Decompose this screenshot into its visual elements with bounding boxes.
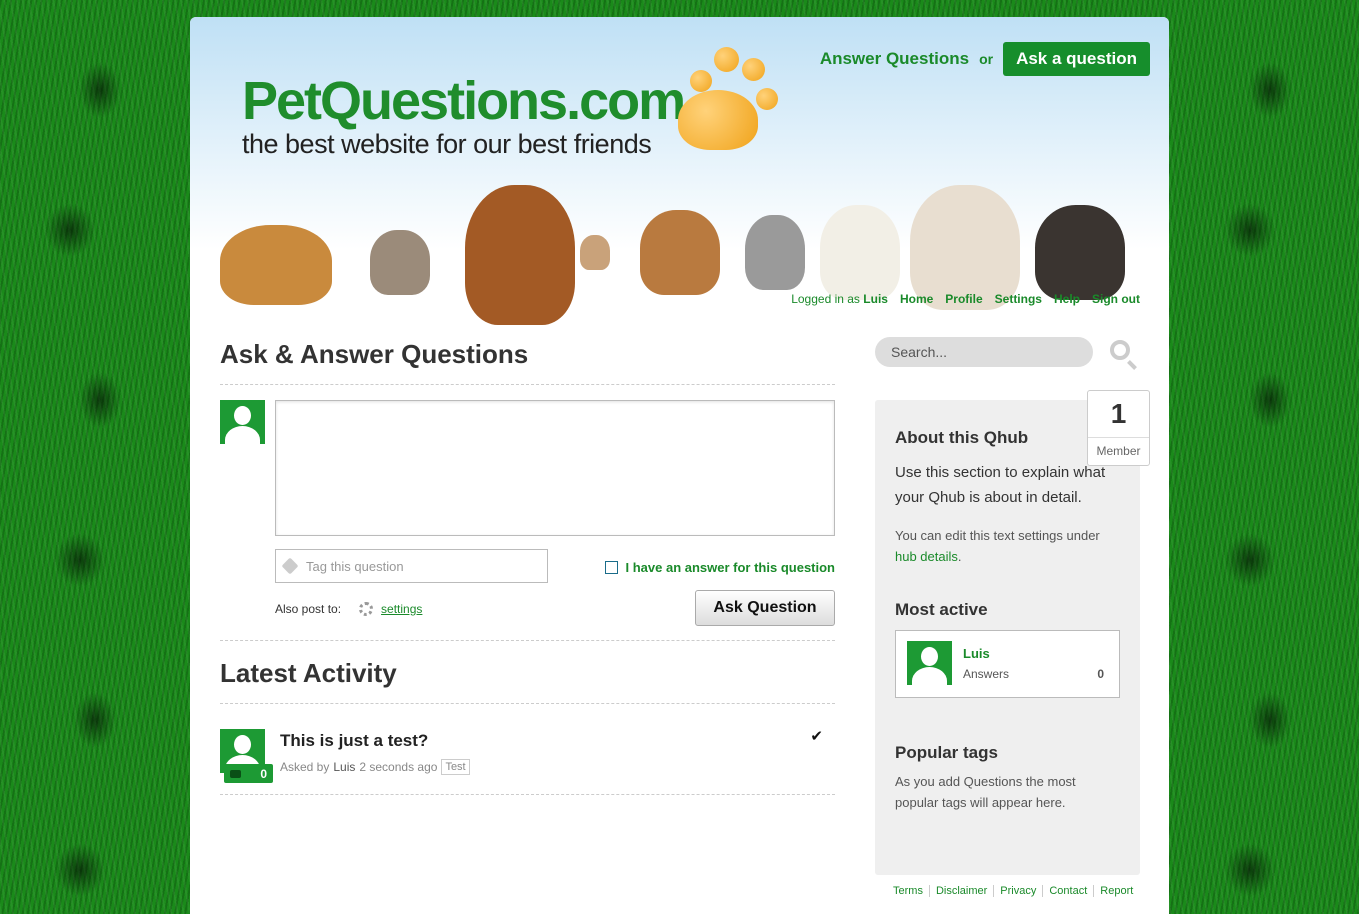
hub-details-link[interactable]: hub details (895, 549, 958, 564)
member-count: 1 (1110, 398, 1127, 429)
page-container: PetQuestions.com the best website for ou… (190, 17, 1169, 914)
ask-question-form: Tag this question I have an answer for t… (220, 400, 835, 640)
or-text: or (979, 51, 994, 67)
most-active-title: Most active (895, 600, 988, 619)
logo-tagline: the best website for our best friends (242, 129, 652, 159)
checkbox-icon[interactable] (604, 561, 618, 574)
logged-in-username[interactable]: Luis (863, 292, 888, 306)
ask-question-button[interactable]: Ask Question (695, 590, 835, 626)
latest-activity-title: Latest Activity (220, 658, 397, 688)
nav-help-link[interactable]: Help (1054, 292, 1080, 306)
nav-settings-link[interactable]: Settings (995, 292, 1042, 306)
also-post-row: Also post to: settings (275, 602, 422, 616)
footer-terms-link[interactable]: Terms (887, 885, 929, 897)
top-actions: Answer Questions or Ask a question (820, 42, 1150, 76)
footer-report-link[interactable]: Report (1093, 885, 1139, 897)
question-title-link[interactable]: This is just a test? (280, 731, 428, 751)
question-tag[interactable]: Test (441, 759, 470, 775)
tag-icon (281, 557, 299, 575)
question-textarea[interactable] (275, 400, 835, 536)
popular-tags-text: As you add Questions the most popular ta… (895, 774, 1076, 810)
footer-contact-link[interactable]: Contact (1042, 885, 1093, 897)
site-header: PetQuestions.com the best website for ou… (190, 17, 1169, 327)
list-item: 0 This is just a test? Asked by Luis 2 s… (220, 704, 835, 794)
answers-count: 0 (1097, 667, 1104, 681)
site-logo[interactable]: PetQuestions.com the best website for ou… (242, 71, 686, 159)
nav-profile-link[interactable]: Profile (945, 292, 982, 306)
divider (220, 384, 835, 385)
search-icon[interactable] (1110, 340, 1130, 360)
divider (220, 794, 835, 795)
tag-question-input[interactable]: Tag this question (275, 549, 548, 583)
have-answer-label: I have an answer for this question (625, 560, 836, 575)
question-meta: Asked by Luis 2 seconds ago Test (280, 759, 470, 775)
answers-label: Answers (963, 667, 1010, 681)
edit-hint: You can edit this text settings under hu… (895, 528, 1100, 564)
answer-count-badge: 0 (224, 764, 273, 783)
logged-in-status: Logged in as Luis (791, 292, 888, 306)
question-time: 2 seconds ago (359, 760, 438, 774)
most-active-card: Luis Answers 0 (895, 630, 1120, 698)
comment-icon (230, 769, 241, 778)
answer-questions-link[interactable]: Answer Questions (820, 49, 969, 69)
main-content: Ask & Answer Questions Tag this question… (220, 337, 835, 795)
gear-icon (359, 602, 374, 616)
have-answer-checkbox[interactable]: I have an answer for this question (604, 560, 836, 575)
user-nav: Logged in as Luis Home Profile Settings … (791, 292, 1140, 306)
divider (220, 640, 835, 641)
about-text: Use this section to explain what your Qh… (895, 464, 1106, 506)
footer-disclaimer-link[interactable]: Disclaimer (928, 885, 993, 897)
question-author-link[interactable]: Luis (333, 760, 355, 774)
ask-a-question-button[interactable]: Ask a question (1003, 42, 1150, 76)
member-count-box: 1 Member (1087, 390, 1150, 466)
nav-home-link[interactable]: Home (900, 292, 933, 306)
search-input[interactable]: Search... (875, 337, 1093, 367)
checkmark-icon: ✔ (810, 728, 823, 745)
most-active-user-link[interactable]: Luis (963, 646, 990, 661)
sidebar: Search... 1 Member About this Qhub Use t… (875, 337, 1150, 875)
paw-print-icon (668, 42, 788, 152)
popular-tags-title: Popular tags (895, 743, 998, 762)
footer-links: Terms Disclaimer Privacy Contact Report (887, 885, 1139, 897)
nav-signout-link[interactable]: Sign out (1092, 292, 1140, 306)
latest-activity: Latest Activity 0 This is just a test? A… (220, 658, 835, 795)
logo-title: PetQuestions.com (242, 71, 686, 131)
avatar[interactable] (907, 641, 952, 685)
about-panel: 1 Member About this Qhub Use this sectio… (875, 390, 1150, 875)
footer-privacy-link[interactable]: Privacy (993, 885, 1042, 897)
member-label: Member (1088, 437, 1149, 464)
also-post-label: Also post to: (275, 602, 342, 616)
page-title: Ask & Answer Questions (220, 339, 529, 369)
search-row: Search... (875, 337, 1140, 369)
settings-link[interactable]: settings (359, 602, 422, 616)
avatar (220, 400, 265, 444)
